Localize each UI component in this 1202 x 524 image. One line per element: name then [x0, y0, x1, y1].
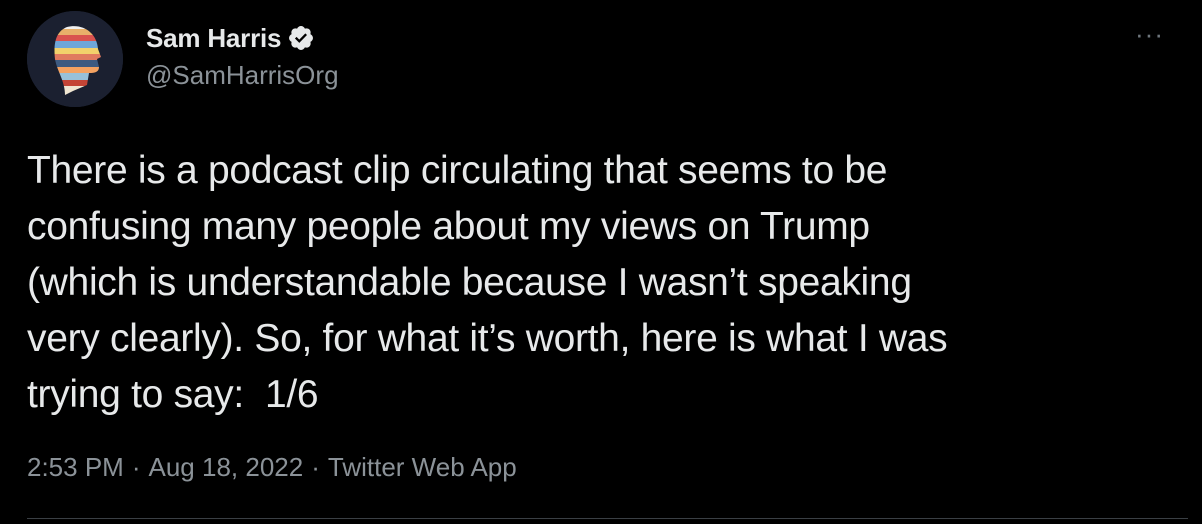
tweet-text: There is a podcast clip circulating that…	[27, 149, 948, 416]
verified-badge-icon	[287, 24, 315, 52]
divider	[27, 518, 1188, 519]
author-name-row: Sam Harris	[146, 22, 315, 54]
more-options-icon[interactable]: ···	[1135, 21, 1164, 47]
head-profile-icon	[27, 11, 123, 107]
meta-separator: ·	[131, 452, 141, 482]
tweet-date[interactable]: Aug 18, 2022	[149, 452, 304, 483]
meta-separator: ·	[311, 452, 320, 482]
tweet-meta: 2:53 PM · Aug 18, 2022 · Twitter Web App	[27, 452, 517, 483]
author-display-name[interactable]: Sam Harris	[146, 23, 282, 54]
avatar[interactable]	[27, 11, 123, 107]
author-handle[interactable]: @SamHarrisOrg	[146, 60, 339, 91]
tweet-source[interactable]: Twitter Web App	[328, 452, 517, 483]
tweet-time[interactable]: 2:53 PM	[27, 452, 124, 483]
tweet-card: Sam Harris @SamHarrisOrg ··· There is a …	[0, 0, 1202, 524]
